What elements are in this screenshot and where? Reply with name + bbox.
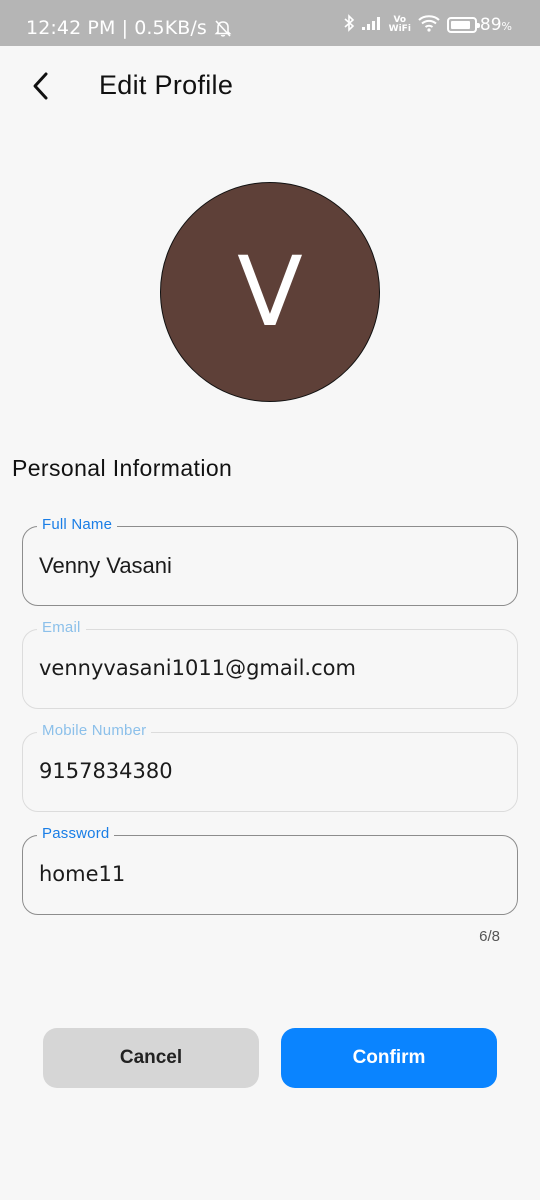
section-title: Personal Information — [12, 455, 233, 481]
mobile-number-field[interactable]: Mobile Number 9157834380 — [22, 722, 518, 812]
password-field[interactable]: Password home11 — [22, 825, 518, 915]
full-name-value: Venny Vasani — [39, 553, 172, 578]
password-char-counter: 6/8 — [479, 928, 500, 945]
password-value: home11 — [39, 862, 126, 886]
time-speed: 12:42 PM | 0.5KB/s — [26, 17, 207, 39]
battery-percent: 89 — [479, 15, 502, 35]
status-left: 12:42 PM | 0.5KB/s — [26, 17, 233, 39]
confirm-button[interactable]: Confirm — [281, 1028, 497, 1088]
status-right: Vo WiFi 89% — [343, 13, 512, 38]
battery-text: 89% — [480, 15, 512, 35]
battery-icon — [446, 17, 480, 33]
bluetooth-icon — [343, 13, 355, 38]
mobile-number-value: 9157834380 — [39, 759, 173, 783]
email-value: vennyvasani1011@gmail.com — [39, 656, 356, 680]
email-label: Email — [37, 619, 86, 636]
mobile-number-label: Mobile Number — [37, 722, 152, 739]
battery-unit: % — [501, 20, 512, 33]
wifi-icon — [417, 14, 441, 37]
full-name-field[interactable]: Full Name Venny Vasani — [22, 516, 518, 606]
password-label: Password — [37, 825, 115, 842]
cancel-button[interactable]: Cancel — [43, 1028, 259, 1088]
vowifi-indicator: Vo WiFi — [389, 16, 411, 34]
vowifi-bottom: WiFi — [388, 24, 411, 34]
status-bar: 12:42 PM | 0.5KB/s Vo WiFi 89% — [0, 0, 540, 46]
page-title: Edit Profile — [99, 70, 234, 100]
email-field[interactable]: Email vennyvasani1011@gmail.com — [22, 619, 518, 709]
back-button[interactable] — [22, 66, 58, 106]
full-name-label: Full Name — [37, 516, 118, 533]
avatar-initial: V — [237, 236, 303, 348]
chevron-left-icon — [33, 72, 48, 100]
signal-icon — [361, 15, 383, 36]
avatar[interactable]: V — [160, 182, 380, 402]
bell-off-icon — [213, 18, 233, 38]
battery-indicator: 89% — [446, 15, 512, 35]
